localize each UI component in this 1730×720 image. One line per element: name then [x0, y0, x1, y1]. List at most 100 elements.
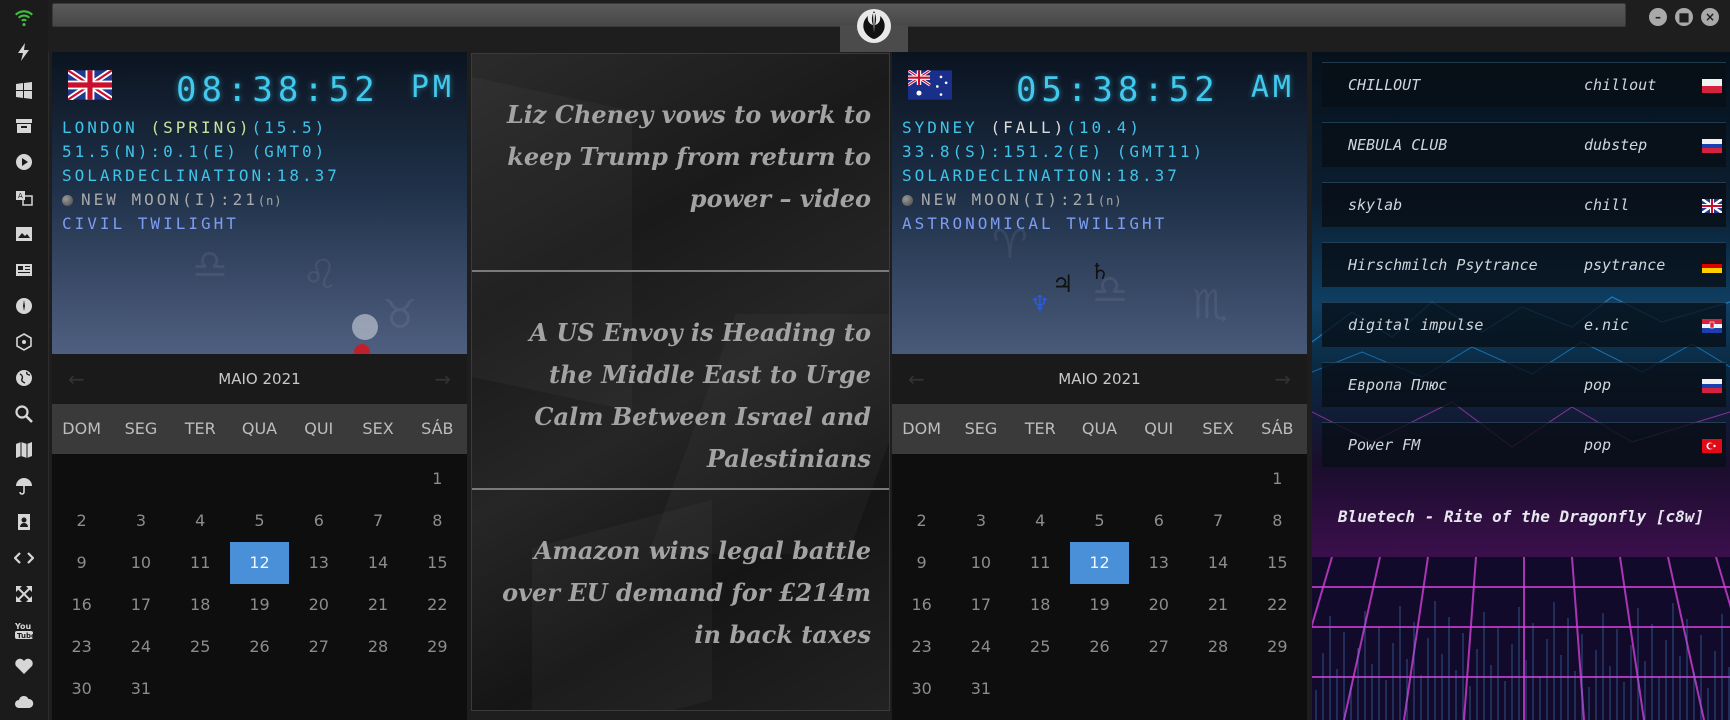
calendar-day[interactable]: 27 — [289, 626, 348, 668]
calendar-day[interactable]: 21 — [348, 584, 407, 626]
top-search-bar[interactable] — [52, 3, 1626, 27]
windows-icon[interactable] — [12, 78, 36, 102]
next-month-button[interactable]: → — [1274, 367, 1291, 391]
maximize-button[interactable]: ■ — [1675, 8, 1693, 26]
calendar-day[interactable]: 16 — [52, 584, 111, 626]
minimize-button[interactable]: – — [1649, 8, 1667, 26]
calendar-day[interactable]: 11 — [171, 542, 230, 584]
globe-icon[interactable] — [12, 366, 36, 390]
calendar-day[interactable]: 4 — [171, 500, 230, 542]
calendar-day[interactable]: 13 — [289, 542, 348, 584]
calendar-day[interactable]: 20 — [289, 584, 348, 626]
calendar-day[interactable]: 29 — [1248, 626, 1307, 668]
search-icon[interactable] — [12, 402, 36, 426]
calendar-day[interactable]: 14 — [348, 542, 407, 584]
calendar-day[interactable]: 22 — [1248, 584, 1307, 626]
calendar-day[interactable]: 7 — [1188, 500, 1247, 542]
calendar-day[interactable]: 8 — [1248, 500, 1307, 542]
news-item[interactable]: Liz Cheney vows to work to keep Trump fr… — [472, 54, 889, 268]
calendar-day[interactable]: 13 — [1129, 542, 1188, 584]
calendar-day[interactable]: 23 — [892, 626, 951, 668]
calendar-day[interactable]: 4 — [1011, 500, 1070, 542]
calendar-day[interactable]: 14 — [1188, 542, 1247, 584]
code-icon[interactable] — [12, 546, 36, 570]
network-icon[interactable] — [12, 330, 36, 354]
lightning-icon[interactable] — [12, 40, 36, 64]
news-item[interactable]: A US Envoy is Heading to the Middle East… — [472, 272, 889, 486]
news-headline[interactable]: A US Envoy is Heading to the Middle East… — [491, 312, 871, 480]
calendar-day[interactable]: 30 — [892, 668, 951, 710]
calendar-day[interactable]: 1 — [1248, 458, 1307, 500]
image-icon[interactable] — [12, 222, 36, 246]
radio-station[interactable]: NEBULA CLUB dubstep — [1322, 122, 1726, 167]
calendar-day[interactable]: 26 — [1070, 626, 1129, 668]
calendar-day[interactable]: 28 — [1188, 626, 1247, 668]
calendar-day[interactable]: 30 — [52, 668, 111, 710]
calendar-day[interactable]: 28 — [348, 626, 407, 668]
calendar-day[interactable]: 18 — [1011, 584, 1070, 626]
news-icon[interactable] — [12, 258, 36, 282]
calendar-day[interactable]: 5 — [1070, 500, 1129, 542]
calendar-day[interactable]: 1 — [408, 458, 467, 500]
calendar-day[interactable]: 17 — [111, 584, 170, 626]
calendar-day[interactable]: 20 — [1129, 584, 1188, 626]
calendar-day[interactable]: 27 — [1129, 626, 1188, 668]
radio-station[interactable]: Power FM pop — [1322, 422, 1726, 467]
radio-station[interactable]: Hirschmilch Psytrance psytrance — [1322, 242, 1726, 287]
heart-icon[interactable] — [12, 654, 36, 678]
rebel-icon[interactable] — [12, 294, 36, 318]
calendar-day[interactable]: 18 — [171, 584, 230, 626]
radio-station[interactable]: skylab chill — [1322, 182, 1726, 227]
umbrella-icon[interactable] — [12, 474, 36, 498]
calendar-day[interactable]: 31 — [951, 668, 1010, 710]
radio-station[interactable]: Европа Плюс pop — [1322, 362, 1726, 407]
calendar-day[interactable]: 25 — [1011, 626, 1070, 668]
calendar-day-today[interactable]: 12 — [229, 542, 290, 584]
close-button[interactable]: × — [1701, 8, 1719, 26]
wifi-icon[interactable] — [12, 5, 36, 29]
calendar-day[interactable]: 9 — [892, 542, 951, 584]
news-headline[interactable]: Amazon wins legal battle over EU demand … — [491, 530, 871, 656]
calendar-day[interactable]: 26 — [230, 626, 289, 668]
radio-station[interactable]: CHILLOUT chillout — [1322, 62, 1726, 107]
calendar-day[interactable]: 6 — [1129, 500, 1188, 542]
calendar-day[interactable]: 6 — [289, 500, 348, 542]
calendar-day[interactable]: 5 — [230, 500, 289, 542]
news-headline[interactable]: Liz Cheney vows to work to keep Trump fr… — [491, 94, 871, 220]
calendar-day[interactable]: 2 — [52, 500, 111, 542]
calendar-day[interactable]: 19 — [1070, 584, 1129, 626]
youtube-icon[interactable]: You Tube — [12, 618, 36, 642]
archive-icon[interactable] — [12, 114, 36, 138]
calendar-day[interactable]: 15 — [1248, 542, 1307, 584]
calendar-day[interactable]: 22 — [408, 584, 467, 626]
play-icon[interactable] — [12, 150, 36, 174]
calendar-day[interactable]: 15 — [408, 542, 467, 584]
map-icon[interactable] — [12, 438, 36, 462]
calendar-day[interactable]: 2 — [892, 500, 951, 542]
calendar-day[interactable]: 3 — [951, 500, 1010, 542]
translate-icon[interactable]: A — [12, 186, 36, 210]
calendar-day[interactable]: 25 — [171, 626, 230, 668]
news-item[interactable]: Amazon wins legal battle over EU demand … — [472, 490, 889, 704]
expand-icon[interactable] — [12, 582, 36, 606]
calendar-day[interactable]: 10 — [951, 542, 1010, 584]
calendar-day[interactable]: 31 — [111, 668, 170, 710]
calendar-day[interactable]: 7 — [348, 500, 407, 542]
calendar-day[interactable]: 24 — [951, 626, 1010, 668]
calendar-day[interactable]: 17 — [951, 584, 1010, 626]
radio-station[interactable]: digital impulse e.nic — [1322, 302, 1726, 347]
calendar-day[interactable]: 11 — [1011, 542, 1070, 584]
calendar-day[interactable]: 21 — [1188, 584, 1247, 626]
calendar-day[interactable]: 9 — [52, 542, 111, 584]
calendar-day-today[interactable]: 12 — [1069, 542, 1130, 584]
calendar-day[interactable]: 8 — [408, 500, 467, 542]
next-month-button[interactable]: → — [434, 367, 451, 391]
calendar-day[interactable]: 29 — [408, 626, 467, 668]
contact-icon[interactable] — [12, 510, 36, 534]
calendar-day[interactable]: 19 — [230, 584, 289, 626]
calendar-day[interactable]: 24 — [111, 626, 170, 668]
calendar-day[interactable]: 23 — [52, 626, 111, 668]
calendar-day[interactable]: 10 — [111, 542, 170, 584]
calendar-day[interactable]: 16 — [892, 584, 951, 626]
calendar-day[interactable]: 3 — [111, 500, 170, 542]
